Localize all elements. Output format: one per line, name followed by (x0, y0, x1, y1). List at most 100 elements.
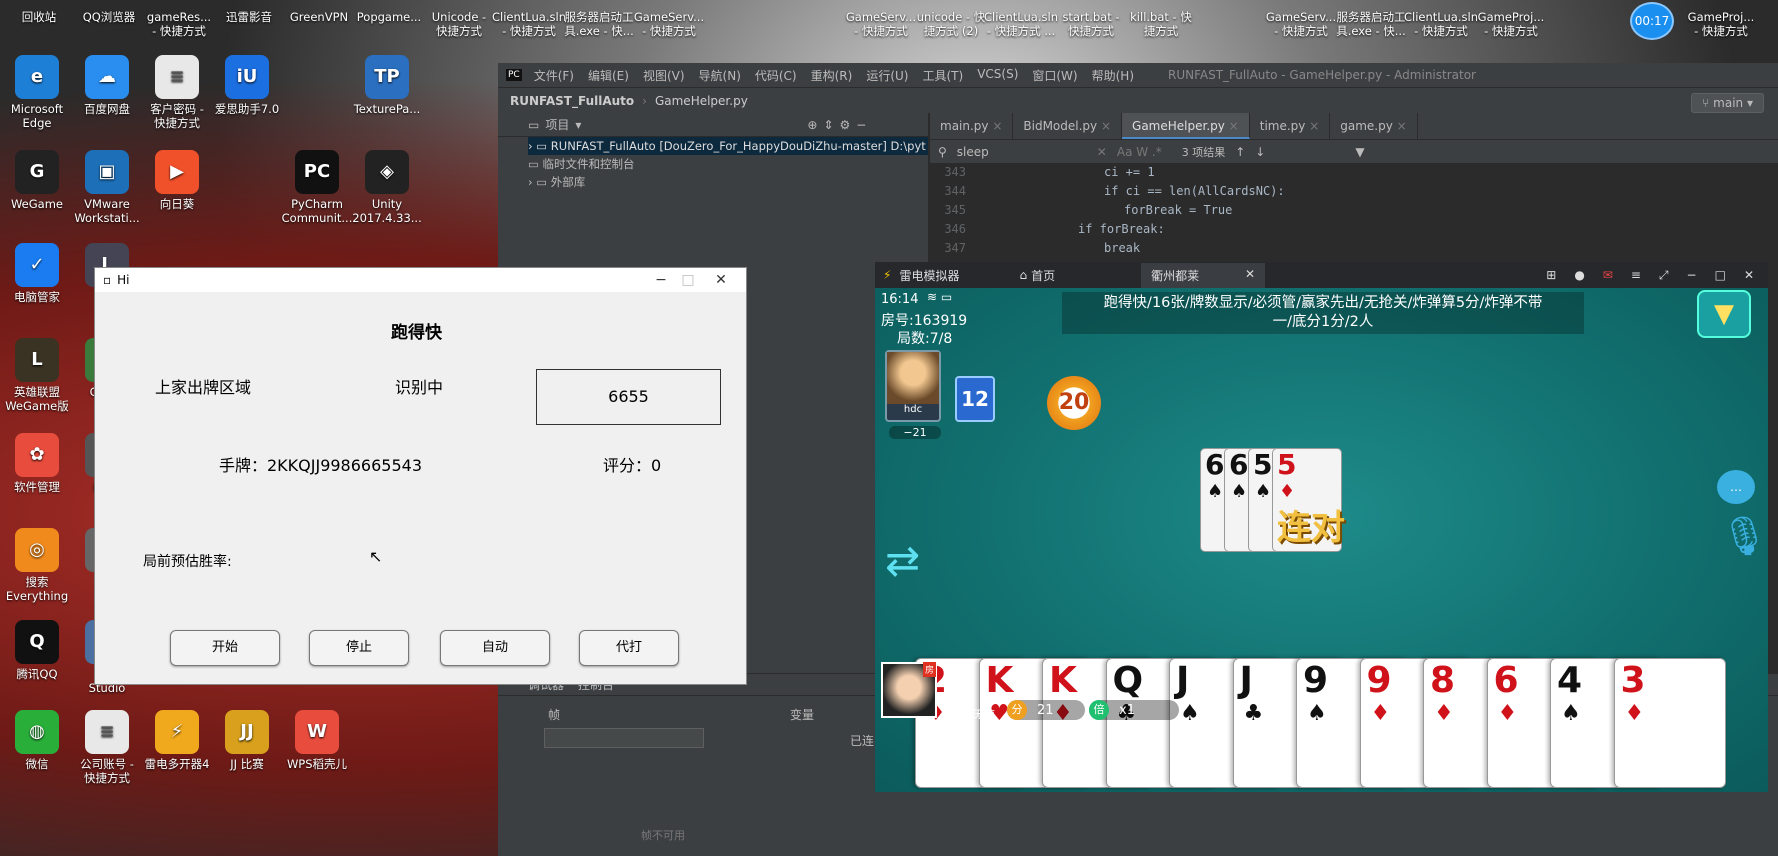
desktop-shortcut[interactable]: unicode - 快 捷方式 (2) (912, 10, 990, 38)
menu-item[interactable]: 重构(R) (811, 67, 853, 84)
desktop-icon[interactable]: ◍ 微信 (0, 710, 74, 771)
close-icon[interactable]: ✕ (1744, 268, 1754, 283)
editor-tab[interactable]: main.py × (930, 113, 1014, 139)
nav-project[interactable]: RUNFAST_FullAuto (510, 94, 634, 108)
start-button[interactable]: 开始 (170, 630, 280, 666)
editor-tab[interactable]: BidModel.py × (1013, 113, 1123, 139)
menu-item[interactable]: 视图(V) (643, 67, 685, 84)
gear-icon[interactable]: ⚙ (840, 118, 851, 132)
desktop-shortcut[interactable]: Unicode - 快捷方式 (420, 10, 498, 38)
close-tab-icon[interactable]: × (1305, 119, 1319, 133)
account-icon[interactable]: ● (1574, 268, 1584, 283)
desktop-shortcut[interactable]: GameProj... - 快捷方式 (1682, 10, 1760, 38)
desktop-shortcut[interactable]: GameServ... - 快捷方式 (842, 10, 920, 38)
dropdown-button[interactable]: ▼ (1697, 290, 1751, 338)
chat-bubble-icon[interactable]: … (1717, 470, 1755, 504)
menu-item[interactable]: 工具(T) (922, 67, 963, 84)
menu-item[interactable]: 窗口(W) (1032, 67, 1077, 84)
menu-item[interactable]: VCS(S) (977, 67, 1018, 84)
fullscreen-icon[interactable]: ⤢ (1659, 268, 1669, 283)
desktop-icon[interactable]: ≡ 公司账号 - 快捷方式 (70, 710, 144, 785)
desktop-shortcut[interactable]: ClientLua.sln - 快捷方式 (490, 10, 568, 38)
desktop-shortcut[interactable]: start.bat - 快捷方式 (1052, 10, 1130, 38)
desktop-icon[interactable]: ☁ 百度网盘 (70, 55, 144, 116)
branch-selector[interactable]: ⑂ main ▾ (1691, 93, 1764, 113)
desktop-icon[interactable]: ▣ VMware Workstati... (70, 150, 144, 225)
desktop-icon[interactable]: ◎ 搜索 Everything (0, 528, 74, 603)
desktop-shortcut[interactable]: GreenVPN (280, 10, 358, 24)
desktop-icon[interactable]: JJ JJ 比赛 (210, 710, 284, 771)
menu-item[interactable]: 代码(C) (755, 67, 797, 84)
hand-card[interactable]: 3 ♦ (1613, 658, 1726, 788)
menu-item[interactable]: 帮助(H) (1092, 67, 1134, 84)
desktop-icon[interactable]: e Microsoft Edge (0, 55, 74, 130)
desktop-shortcut[interactable]: GameProj... - 快捷方式 (1472, 10, 1550, 38)
close-tab-icon[interactable]: ✕ (1245, 267, 1255, 284)
desktop-icon[interactable]: ▶ 向日葵 (140, 150, 214, 211)
arrow-down-icon[interactable]: ↓ (1255, 145, 1265, 159)
tree-item[interactable]: › ▭ RUNFAST_FullAuto [DouZero_For_HappyD… (528, 137, 928, 155)
maximize-icon[interactable]: □ (1715, 268, 1726, 283)
microphone-icon[interactable]: 🎙 (1720, 514, 1768, 559)
close-icon[interactable]: ✕ (1097, 145, 1107, 159)
menu-item[interactable]: 文件(F) (534, 67, 574, 84)
desktop-icon[interactable]: ✿ 软件管理 (0, 433, 74, 494)
stop-button[interactable]: 停止 (309, 630, 409, 666)
desktop-icon[interactable]: L 英雄联盟 WeGame版 (0, 338, 74, 413)
desktop-shortcut[interactable]: 服务器启动工 具.exe - 快... (1332, 10, 1410, 38)
tree-item[interactable]: › ▭ 外部库 (528, 173, 928, 191)
desktop-shortcut[interactable]: GameServ... - 快捷方式 (1262, 10, 1340, 38)
target-icon[interactable]: ⊕ (807, 118, 817, 132)
close-button[interactable]: ✕ (700, 268, 742, 292)
close-tab-icon[interactable]: × (1393, 119, 1407, 133)
menu-item[interactable]: 运行(U) (866, 67, 908, 84)
menu-icon[interactable]: ≡ (1631, 268, 1641, 283)
desktop-shortcut[interactable]: 迅雷影音 (210, 10, 288, 24)
desktop-shortcut[interactable]: ClientLua.sln - 快捷方式 (1402, 10, 1480, 38)
desktop-icon[interactable]: ◈ Unity 2017.4.33... (350, 150, 424, 225)
editor-tab[interactable]: game.py × (1330, 113, 1418, 139)
arrow-up-icon[interactable]: ↑ (1235, 145, 1245, 159)
desktop-shortcut[interactable]: ClientLua.sln - 快捷方式 ... (982, 10, 1060, 38)
nav-file[interactable]: GameHelper.py (655, 94, 748, 108)
editor-tab[interactable]: time.py × (1250, 113, 1331, 139)
tree-item[interactable]: ▭ 临时文件和控制台 (528, 155, 928, 173)
close-tab-icon[interactable]: × (1225, 119, 1239, 133)
mail-icon[interactable]: ✉ (1603, 268, 1613, 283)
desktop-shortcut[interactable]: QQ浏览器 (70, 10, 148, 24)
desktop-icon[interactable]: W WPS稻壳儿 (280, 710, 354, 771)
gamepad-icon[interactable]: ⊞ (1546, 268, 1556, 283)
desktop-icon[interactable]: TP TexturePa... (350, 55, 424, 116)
frames-dropdown[interactable] (544, 728, 704, 748)
search-input[interactable]: sleep (957, 145, 1087, 159)
collapse-icon[interactable]: ⇕ (823, 118, 833, 132)
auto-button[interactable]: 自动 (440, 630, 550, 666)
close-tab-icon[interactable]: × (989, 119, 1002, 133)
tab-home[interactable]: 首页 (1031, 267, 1141, 284)
desktop-icon[interactable]: ⚡ 雷电多开器4 (140, 710, 214, 771)
swap-arrows-icon[interactable]: ⇄ (885, 536, 920, 585)
filter-icon[interactable]: ▼ (1355, 145, 1364, 159)
desktop-icon[interactable]: iU 爱思助手7.0 (210, 55, 284, 116)
close-tab-icon[interactable]: × (1097, 119, 1111, 133)
desktop-shortcut[interactable]: gameRes... - 快捷方式 (140, 10, 218, 38)
desktop-shortcut[interactable]: 服务器启动工 具.exe - 快... (560, 10, 638, 38)
menu-item[interactable]: 导航(N) (699, 67, 741, 84)
desktop-icon[interactable]: ≡ 客户密码 - 快捷方式 (140, 55, 214, 130)
desktop-icon[interactable]: G WeGame (0, 150, 74, 211)
desktop-icon[interactable]: Q 腾讯QQ (0, 620, 74, 681)
proxy-play-button[interactable]: 代打 (579, 630, 679, 666)
home-icon[interactable]: ⌂ (1019, 268, 1027, 282)
minimize-icon[interactable]: − (856, 118, 866, 132)
desktop-shortcut[interactable]: kill.bat - 快 捷方式 (1122, 10, 1200, 38)
tab-game[interactable]: 衢州都莱 ✕ (1141, 262, 1266, 288)
desktop-shortcut[interactable]: GameServ... - 快捷方式 (630, 10, 708, 38)
project-panel-label[interactable]: 项目 (545, 116, 569, 133)
minimize-icon[interactable]: − (1687, 268, 1697, 283)
editor-tab[interactable]: GameHelper.py × (1122, 113, 1250, 139)
desktop-shortcut[interactable]: Popgame... (350, 10, 428, 24)
desktop-icon[interactable]: ✓ 电脑管家 (0, 243, 74, 304)
desktop-icon[interactable]: PC PyCharm Communit... (280, 150, 354, 225)
desktop-shortcut[interactable]: 回收站 (0, 10, 78, 24)
chevron-down-icon[interactable]: ▾ (575, 118, 581, 132)
